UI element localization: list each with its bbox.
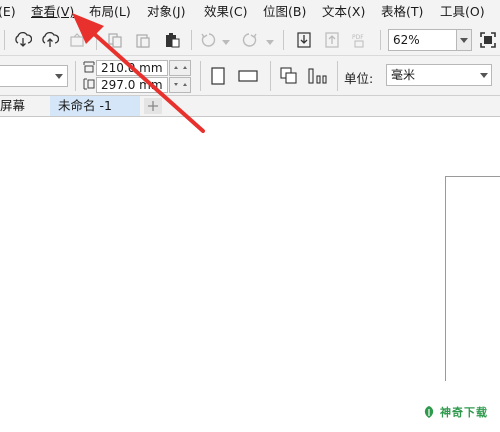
menu-layout[interactable]: 布局(L) — [89, 4, 131, 20]
pdf-icon[interactable]: PDF — [350, 30, 370, 50]
clipboard-icon[interactable] — [162, 30, 182, 50]
undo-dropdown-icon[interactable] — [222, 40, 230, 45]
drawing-canvas[interactable] — [0, 117, 500, 432]
toolbar-divider — [200, 61, 201, 91]
tab-untitled-1[interactable]: 未命名 -1 — [50, 96, 140, 116]
toolbar-divider — [4, 30, 5, 50]
menu-bitmap[interactable]: 位图(B) — [263, 4, 306, 20]
publish-icon[interactable] — [67, 30, 87, 50]
chevron-down-icon — [55, 74, 63, 79]
export-icon[interactable] — [40, 30, 60, 50]
redo-dropdown-icon[interactable] — [266, 40, 274, 45]
menu-effects[interactable]: 效果(C) — [204, 4, 247, 20]
menu-object[interactable]: 对象(J) — [147, 4, 185, 20]
undo-icon[interactable] — [198, 30, 218, 50]
chevron-down-icon — [460, 38, 468, 43]
toolbar-divider — [96, 30, 97, 50]
page-height-field[interactable]: 297.0 mm — [96, 77, 168, 93]
page-border-left — [445, 176, 446, 381]
watermark-logo: 神奇下载 — [422, 404, 488, 420]
menu-bar: (E) 查看(V) 布局(L) 对象(J) 效果(C) 位图(B) 文本(X) … — [0, 0, 500, 24]
watermark-text: 神奇下载 — [440, 406, 488, 419]
svg-text:PDF: PDF — [352, 34, 364, 41]
landscape-icon[interactable] — [236, 65, 260, 87]
menu-table[interactable]: 表格(T) — [381, 4, 423, 20]
toolbar-divider — [270, 61, 271, 91]
zoom-level-field[interactable]: 62% — [388, 29, 458, 51]
tab-screen[interactable]: 屏幕 — [0, 96, 50, 116]
property-bar: 210.0 mm 297.0 mm 单位: 毫米 — [0, 56, 500, 96]
page-width-field[interactable]: 210.0 mm — [96, 60, 168, 76]
add-tab-icon[interactable] — [144, 98, 162, 114]
all-pages-icon[interactable] — [279, 65, 299, 87]
page-border-top — [445, 176, 500, 177]
current-page-icon[interactable] — [307, 65, 329, 87]
import-file-icon[interactable] — [294, 30, 314, 50]
full-screen-icon[interactable] — [478, 30, 498, 50]
portrait-icon[interactable] — [208, 65, 228, 87]
menu-view[interactable]: 查看(V) — [31, 4, 74, 20]
toolbar-divider — [337, 61, 338, 91]
page-width-icon — [82, 60, 96, 74]
copy-icon[interactable] — [105, 30, 125, 50]
redo-icon[interactable] — [240, 30, 260, 50]
chevron-down-icon — [480, 73, 488, 78]
menu-edit[interactable]: (E) — [0, 4, 16, 20]
toolbar-divider — [380, 30, 381, 50]
page-width-spinner[interactable] — [169, 60, 191, 76]
leaf-icon — [424, 406, 434, 418]
units-select[interactable]: 毫米 — [386, 64, 492, 86]
page-height-icon — [82, 77, 96, 91]
toolbar-divider — [191, 30, 192, 50]
toolbar-divider — [283, 30, 284, 50]
standard-toolbar: PDF 62% — [0, 24, 500, 56]
export-file-icon[interactable] — [322, 30, 342, 50]
paste-icon[interactable] — [133, 30, 153, 50]
units-label: 单位: — [344, 71, 374, 86]
menu-tools[interactable]: 工具(O) — [440, 4, 485, 20]
toolbar-divider — [75, 61, 76, 91]
import-icon[interactable] — [13, 30, 33, 50]
page-height-spinner[interactable] — [169, 77, 191, 93]
menu-text[interactable]: 文本(X) — [322, 4, 365, 20]
